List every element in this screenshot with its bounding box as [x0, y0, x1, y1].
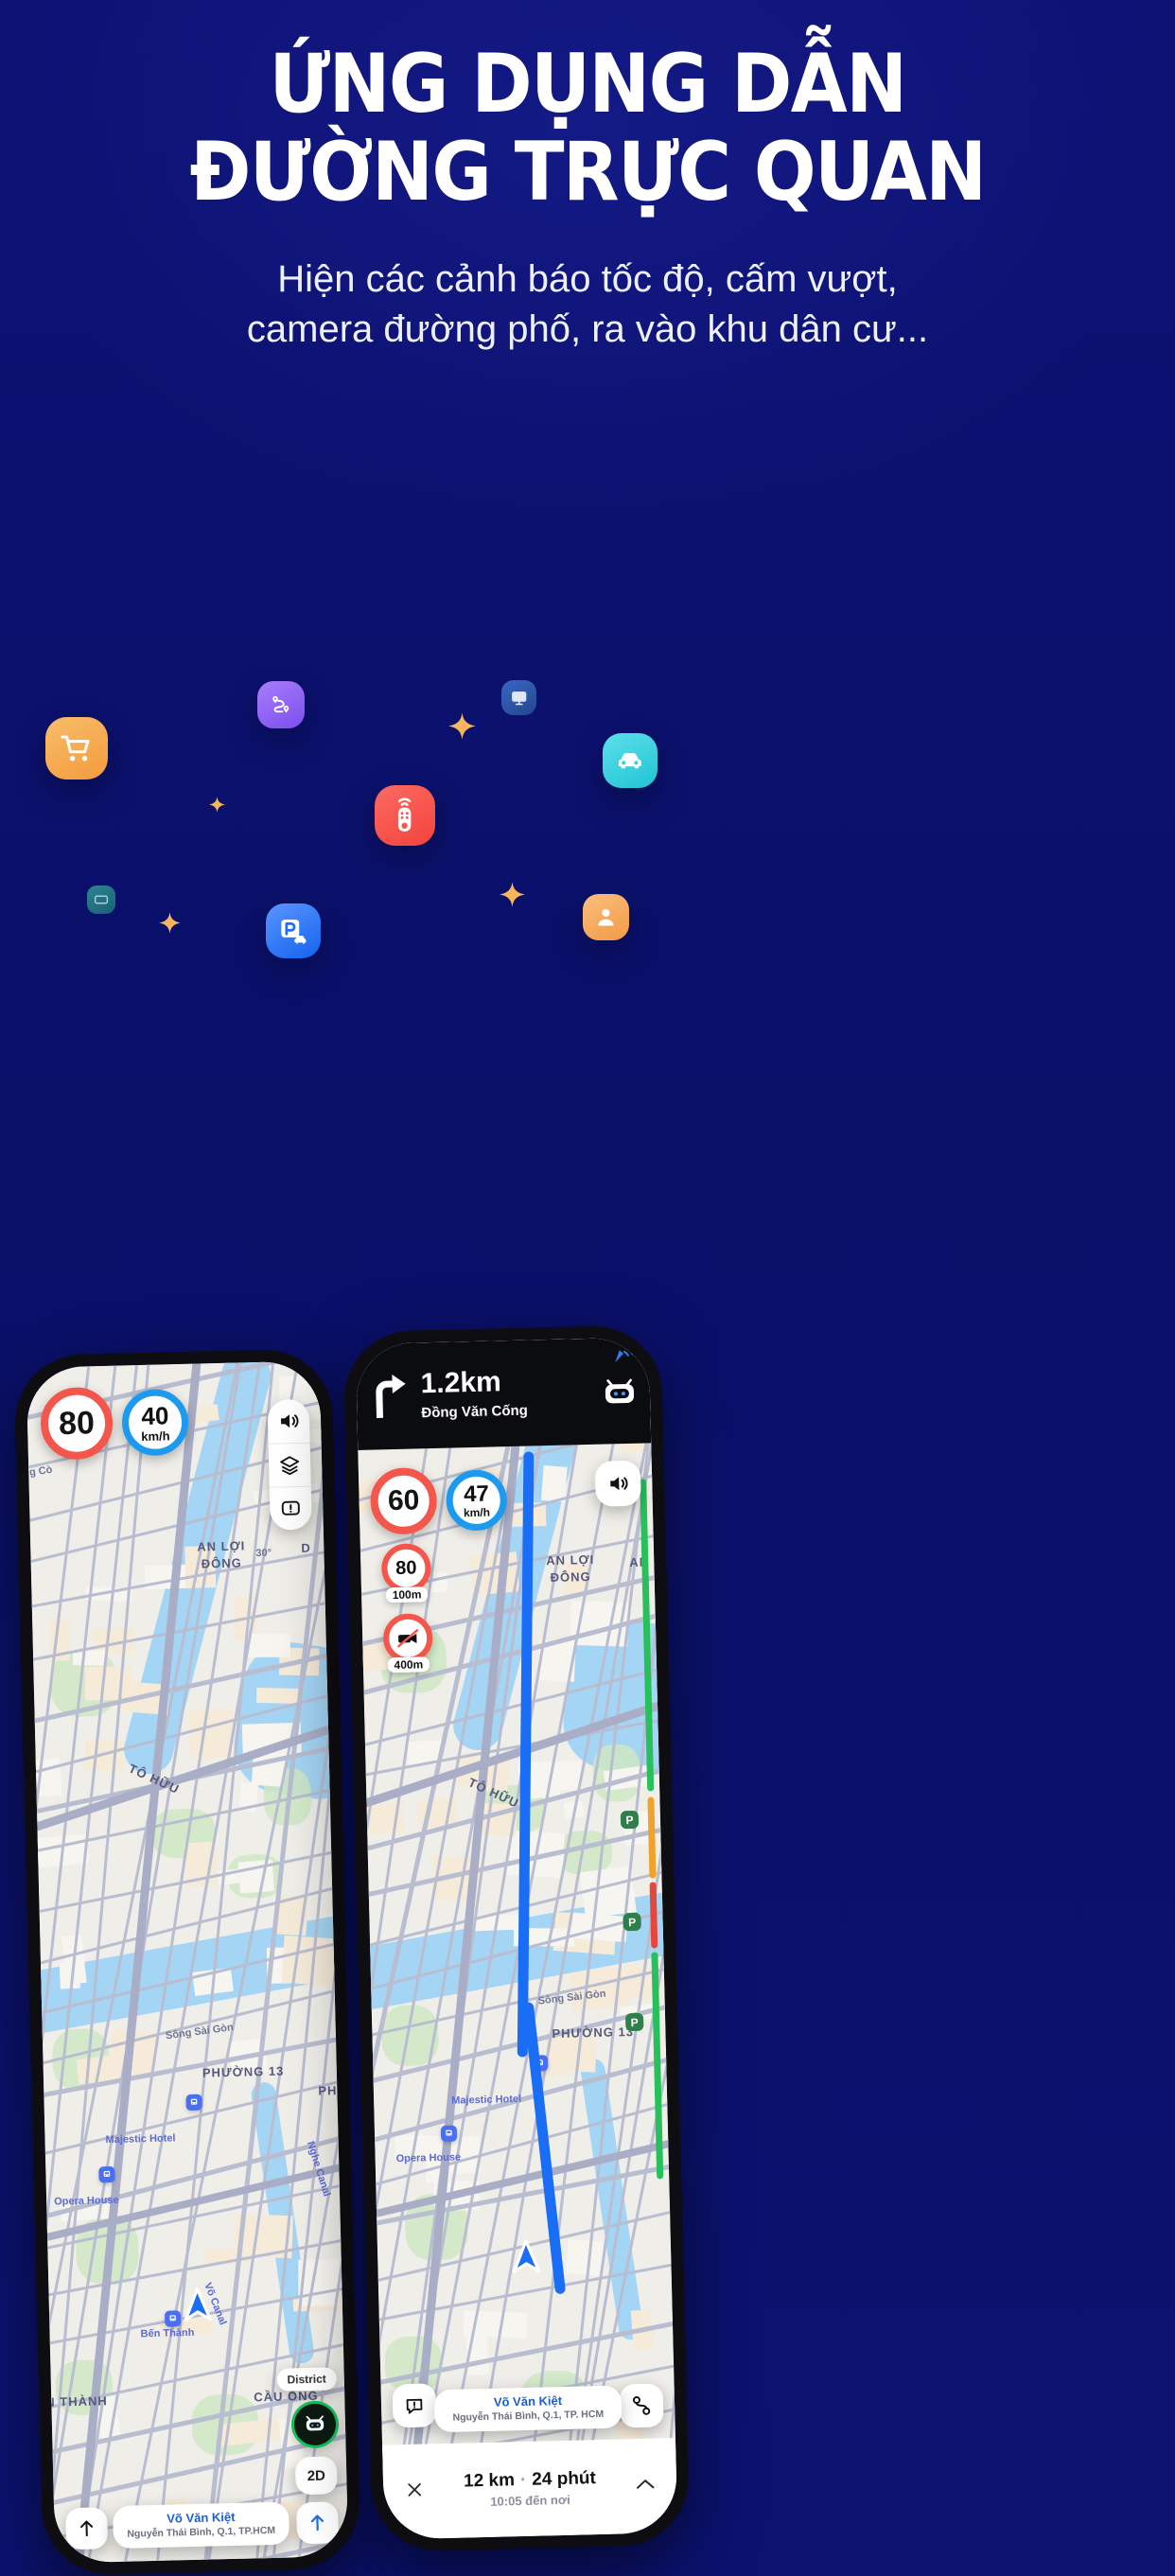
- page-title-line2: ĐƯỜNG TRỰC QUAN: [189, 124, 988, 219]
- eta-duration: 24 phút: [532, 2468, 597, 2490]
- address-card-right[interactable]: Võ Văn Kiệt Nguyễn Thái Bình, Q.1, TP. H…: [433, 2385, 623, 2433]
- vehicle-position-marker: [181, 2287, 214, 2328]
- robot-assistant-icon[interactable]: [601, 1377, 640, 1415]
- page-subtitle-line1: Hiện các cảnh báo tốc độ, cấm vượt,: [277, 258, 898, 301]
- map-block: [255, 1688, 303, 1705]
- map-label: Majestic Hotel: [451, 2093, 522, 2107]
- map-label: AN LỢI: [546, 1551, 595, 1568]
- address-card-left[interactable]: Võ Văn Kiệt Nguyễn Thái Bình, Q.1, TP.HC…: [113, 2501, 290, 2550]
- parking-marker[interactable]: P: [624, 2012, 644, 2032]
- map-controls-left: [267, 1398, 312, 1531]
- phone-left-screen: ng Cò AN LỢI ĐÔNG 30° D TÔ HỮU Sông Sài Gòn PHƯ…: [26, 1360, 349, 2564]
- sparkle-icon: [448, 712, 476, 745]
- route-icon: [257, 681, 305, 728]
- map-label: Opera House: [54, 2194, 119, 2208]
- parking-marker[interactable]: P: [620, 1810, 640, 1830]
- volume-icon[interactable]: [268, 1399, 310, 1444]
- map-block: [527, 1766, 561, 1799]
- warning-camera-distance: 400m: [387, 1656, 430, 1674]
- parking-marker[interactable]: P: [623, 1912, 641, 1932]
- map-poi-pin[interactable]: [165, 2310, 182, 2327]
- address-title: Võ Văn Kiệt: [167, 2509, 236, 2526]
- phone-left: ng Cò AN LỢI ĐÔNG 30° D TÔ HỮU Sông Sài Gòn PHƯ…: [13, 1348, 361, 2576]
- monitor-icon: [501, 680, 536, 715]
- map-label: ĐÔNG: [550, 1568, 591, 1586]
- sparkle-icon: [159, 912, 181, 938]
- car-icon: [603, 733, 658, 788]
- parking-icon: [266, 903, 321, 958]
- sparkle-icon: [209, 797, 225, 817]
- eta-arrival: 10:05 đến nơi: [490, 2492, 570, 2509]
- eta-distance: 12 km: [463, 2470, 516, 2492]
- warning-speed-distance: 100m: [385, 1586, 429, 1603]
- compass-button[interactable]: [65, 2507, 109, 2550]
- map-label: Majestic Hotel: [105, 2132, 176, 2147]
- map-label: ĐÔNG: [201, 1555, 242, 1571]
- map-block: [188, 1708, 233, 1759]
- map-block: [84, 1666, 133, 1701]
- map-label: PHƯỜNG 13: [202, 2063, 285, 2080]
- district-label: District: [287, 2372, 326, 2387]
- district-pill: District: [276, 2367, 338, 2392]
- map-label: AN LỢI: [197, 1538, 246, 1554]
- current-speed-value: 40: [141, 1400, 169, 1430]
- camera-warning-icon: [382, 1613, 433, 1664]
- view-mode-button[interactable]: 2D: [294, 2456, 338, 2496]
- address-subtitle: Nguyễn Thái Bình, Q.1, TP.HCM: [127, 2524, 276, 2540]
- phone-right-screen: AN LỢI ĐÔNG AN TÔ HỮU Sông Sài Gòn PHƯỜNG 13 M…: [355, 1337, 678, 2540]
- warning-speed-80: 80 100m: [380, 1543, 432, 1603]
- current-speed-unit: km/h: [141, 1428, 170, 1444]
- view-mode-label: 2D: [307, 2467, 326, 2484]
- close-trip-button[interactable]: [398, 2480, 431, 2504]
- map-label: ng Cò: [26, 1463, 54, 1480]
- shopping-cart-icon: [45, 717, 108, 780]
- vehicle-position-marker: [510, 2238, 543, 2280]
- map-label: D: [301, 1540, 311, 1555]
- warning-camera: 400m: [382, 1613, 433, 1674]
- remote-control-icon: [375, 785, 435, 846]
- wallet-icon: [87, 885, 115, 914]
- floating-icon-field: [0, 662, 1175, 1249]
- map-block: [546, 2059, 566, 2077]
- map-poi-pin[interactable]: [98, 2165, 115, 2183]
- map-block: [366, 1801, 406, 1835]
- map-label: PH: [318, 2083, 338, 2098]
- page-subtitle-line2: camera đường phố, ra vào khu dân cư...: [246, 307, 929, 350]
- eta-info: 12 km · 24 phút 10:05 đến nơi: [430, 2467, 630, 2510]
- volume-button-right[interactable]: [594, 1460, 641, 1507]
- current-speed-unit-right: km/h: [463, 1505, 491, 1519]
- map-label: 30°: [255, 1547, 272, 1560]
- layers-icon[interactable]: [268, 1442, 311, 1487]
- map-poi-pin[interactable]: [440, 2125, 458, 2143]
- page-subtitle: Hiện các cảnh báo tốc độ, cấm vượt, came…: [28, 254, 1147, 355]
- eta-separator: ·: [519, 2469, 527, 2491]
- report-chat-button[interactable]: [392, 2383, 437, 2428]
- map-block: [246, 1633, 290, 1657]
- sparkle-icon: [500, 882, 525, 912]
- map-poi-pin[interactable]: [185, 2094, 202, 2112]
- expand-trip-button[interactable]: [629, 2475, 662, 2497]
- turn-right-icon: [367, 1370, 410, 1423]
- current-speed-value-right: 47: [463, 1481, 490, 1507]
- phone-right: AN LỢI ĐÔNG AN TÔ HỮU Sông Sài Gòn PHƯỜNG 13 M…: [342, 1324, 691, 2552]
- map-label: Opera House: [395, 2151, 462, 2165]
- map-label: PHƯỜNG 13: [552, 2024, 635, 2042]
- map-block: [565, 2238, 604, 2276]
- trip-summary-bar: 12 km · 24 phút 10:05 đến nơi: [382, 2438, 678, 2540]
- map-block: [72, 1650, 107, 1666]
- address-title-right: Võ Văn Kiệt: [493, 2392, 563, 2410]
- warning-speed-value: 80: [380, 1543, 432, 1594]
- map-label: N THÀNH: [45, 2393, 108, 2410]
- hero-section: ỨNG DỤNG DẪN ĐƯỜNG TRỰC QUAN Hiện các cả…: [0, 44, 1175, 355]
- address-subtitle-right: Nguyễn Thái Bình, Q.1, TP. HCM: [452, 2408, 605, 2424]
- route-overview-button[interactable]: [619, 2383, 664, 2428]
- page-title-line1: ỨNG DỤNG DẪN: [269, 37, 907, 131]
- map-label: Bến Thành: [140, 2326, 195, 2340]
- gps-signal-icon: [611, 1343, 637, 1372]
- page-title: ỨNG DỤNG DẪN ĐƯỜNG TRỰC QUAN: [28, 44, 1147, 219]
- navigation-header: 1.2km Đồng Văn Cống: [355, 1337, 652, 1450]
- recenter-button[interactable]: [295, 2501, 340, 2545]
- person-icon: [583, 894, 629, 940]
- phone-showcase: ng Cò AN LỢI ĐÔNG 30° D TÔ HỮU Sông Sài Gòn PHƯ…: [0, 1320, 1175, 2576]
